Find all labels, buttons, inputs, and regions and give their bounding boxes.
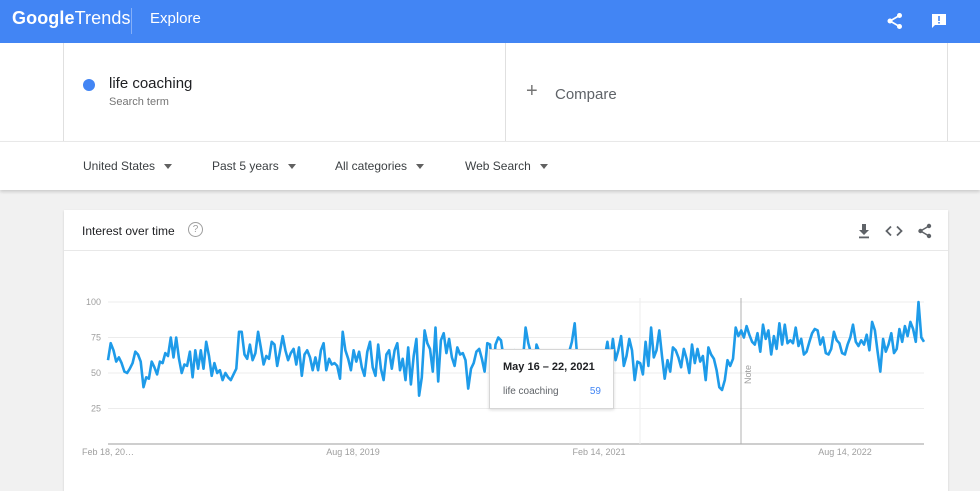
note-annotation[interactable]: Note xyxy=(743,365,753,384)
chart-tooltip: May 16 – 22, 2021 life coaching 59 xyxy=(489,349,614,409)
y-tick-label: 100 xyxy=(86,297,101,307)
x-tick-label: Feb 14, 2021 xyxy=(572,447,625,457)
x-tick-label: Aug 18, 2019 xyxy=(326,447,380,457)
tooltip-term: life coaching xyxy=(503,386,559,397)
tooltip-value: 59 xyxy=(589,386,601,397)
x-tick-label: Feb 18, 20… xyxy=(82,447,134,457)
x-tick-label: Aug 14, 2022 xyxy=(818,447,872,457)
y-tick-label: 50 xyxy=(91,368,101,378)
interest-line-chart: 100 75 50 25 Note Feb 18, 20… Aug 18, 2019 Fe… xyxy=(82,297,926,457)
y-tick-label: 25 xyxy=(91,404,101,414)
tooltip-date: May 16 – 22, 2021 xyxy=(503,361,595,373)
y-tick-label: 75 xyxy=(91,333,101,343)
